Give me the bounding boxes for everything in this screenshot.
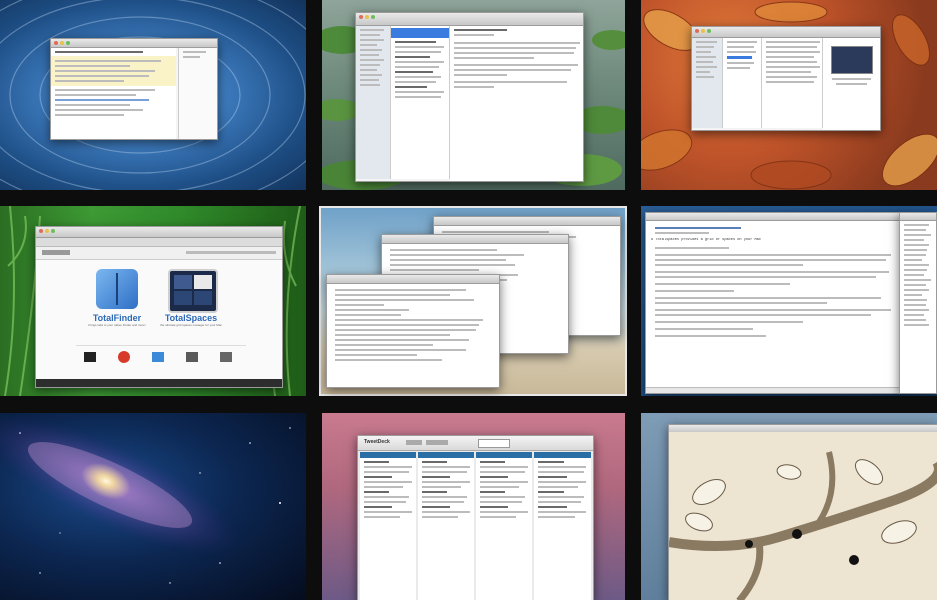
finder-window[interactable] [691,26,881,131]
tweetdeck-brand: TweetDeck [364,439,390,445]
totalspaces-title[interactable]: TotalSpaces [158,313,224,323]
spaces-grid: TotalFinder brings tabs to your native F… [0,0,937,600]
column-search[interactable] [534,452,591,600]
totalfinder-icon [96,269,138,309]
browser-titlebar[interactable] [36,227,282,238]
totalfinder-subtitle: brings tabs to your native Finder and mo… [88,324,146,327]
tweetdeck-window[interactable]: TweetDeck [357,435,594,600]
site-header [36,247,282,260]
mailbox-sidebar[interactable] [356,26,391,179]
space-4[interactable]: TotalFinder brings tabs to your native F… [0,206,306,396]
terminal-output [327,284,499,366]
finder-sidebar[interactable] [692,38,723,128]
bookmarks-bar[interactable] [36,238,282,247]
mail-window[interactable] [355,12,584,182]
illustration-window[interactable] [668,424,937,600]
window-toolbar[interactable] [356,13,583,26]
file-tree-panel[interactable] [899,212,937,394]
finder-column-2[interactable] [762,38,823,128]
text-editor-window[interactable]: # TotalSpaces provides a grid of spaces … [645,212,903,394]
space-8[interactable]: TweetDeck [322,413,625,600]
space-3[interactable] [641,0,937,190]
terminal-window-front[interactable] [326,274,500,388]
space-9[interactable] [641,413,937,600]
tweetdeck-toolbar[interactable]: TweetDeck [358,436,593,451]
space-6[interactable]: # TotalSpaces provides a grid of spaces … [641,206,937,396]
window-titlebar[interactable] [51,39,217,48]
galaxy-wallpaper [0,415,291,584]
space-7[interactable] [0,413,306,600]
product-row [76,345,246,368]
browser-window[interactable]: TotalFinder brings tabs to your native F… [35,226,283,388]
editor-content[interactable]: # TotalSpaces provides a grid of spaces … [646,221,902,343]
space-5-selected[interactable] [319,206,627,396]
branch-illustration [669,432,937,600]
message-body [450,26,583,181]
column-messages[interactable] [476,452,532,600]
space-2[interactable] [322,0,625,190]
totalspaces-icon [168,269,218,313]
editor-heading: # TotalSpaces provides a grid of spaces … [651,238,761,242]
finder-column-1[interactable] [723,38,762,128]
totalspaces-subtitle: the ultimate grid spaces manager for you… [160,324,222,327]
column-home[interactable] [360,452,416,600]
space-1[interactable] [0,0,306,190]
totalfinder-title[interactable]: TotalFinder [86,313,148,323]
chat-window[interactable] [50,38,218,140]
message-list[interactable] [391,26,450,179]
column-mentions[interactable] [418,452,474,600]
site-footer [36,379,282,387]
finder-preview [823,38,880,130]
window-toolbar[interactable] [692,27,880,38]
